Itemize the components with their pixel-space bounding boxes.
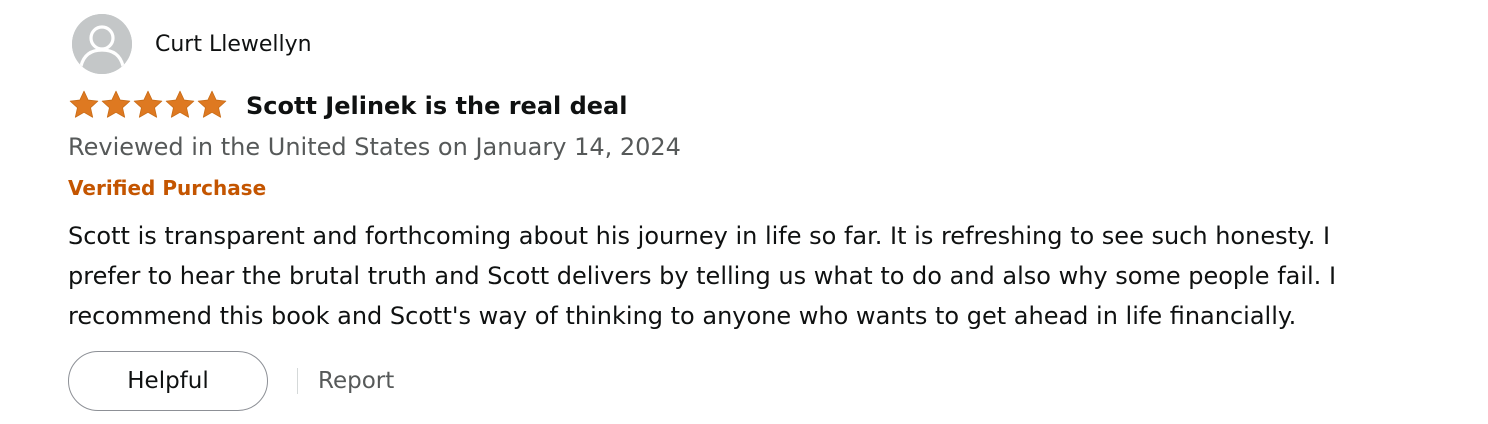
report-link[interactable]: Report — [318, 364, 394, 398]
customer-review: Curt Llewellyn Scott Jelinek is the real… — [0, 0, 1488, 424]
review-body: Scott is transparent and forthcoming abo… — [68, 216, 1438, 336]
verified-purchase-badge: Verified Purchase — [68, 176, 267, 200]
star-icon — [101, 90, 131, 118]
review-date: Reviewed in the United States on January… — [68, 133, 681, 161]
helpful-button[interactable]: Helpful — [68, 351, 268, 411]
star-icon — [133, 90, 163, 118]
star-icon — [69, 90, 99, 118]
star-icon — [197, 90, 227, 118]
reviewer-name[interactable]: Curt Llewellyn — [155, 30, 312, 60]
review-body-line: prefer to hear the brutal truth and Scot… — [68, 262, 1337, 290]
action-divider — [297, 368, 298, 394]
helpful-button-label: Helpful — [127, 368, 209, 394]
star-rating[interactable] — [68, 88, 228, 122]
review-body-line: Scott is transparent and forthcoming abo… — [68, 222, 1331, 250]
star-icon — [165, 90, 195, 118]
user-avatar-icon — [72, 14, 132, 74]
avatar[interactable] — [72, 14, 132, 74]
review-body-line: recommend this book and Scott's way of t… — [68, 302, 1297, 330]
review-title[interactable]: Scott Jelinek is the real deal — [246, 89, 627, 123]
